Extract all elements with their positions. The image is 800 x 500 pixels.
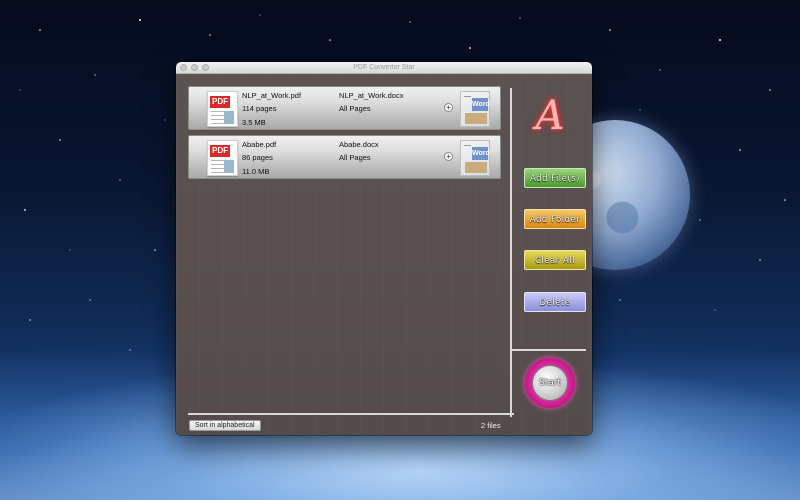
window-title: PDF Converter Star <box>353 64 415 71</box>
page-range[interactable]: All Pages <box>339 153 371 162</box>
vertical-divider <box>510 88 512 417</box>
word-thumbnail-icon: Word <box>460 140 490 176</box>
file-row[interactable]: PDF Ababe.pdf 86 pages 11.0 MB Ababe.doc… <box>188 135 501 179</box>
plus-icon[interactable]: + <box>444 152 453 161</box>
source-file-size: 3.5 MB <box>242 118 266 127</box>
source-page-count: 114 pages <box>242 104 277 113</box>
script-a-logo-icon: A <box>535 93 565 139</box>
start-label: Start <box>532 365 568 401</box>
pdf-label: PDF <box>210 145 230 157</box>
add-files-button[interactable]: Add File(s) <box>524 168 586 188</box>
file-list: PDF NLP_at_Work.pdf 114 pages 3.5 MB NLP… <box>188 86 501 184</box>
sidebar-divider <box>512 349 586 351</box>
file-count-label: 2 files <box>481 421 501 430</box>
file-row[interactable]: PDF NLP_at_Work.pdf 114 pages 3.5 MB NLP… <box>188 86 501 130</box>
app-window: PDF Converter Star PDF NLP_at_Work.pdf 1… <box>176 62 592 435</box>
source-file-name: NLP_at_Work.pdf <box>242 91 302 100</box>
word-thumbnail-icon: Word <box>460 91 490 127</box>
word-label: Word <box>472 98 490 111</box>
plus-icon[interactable]: + <box>444 103 453 112</box>
add-folder-button[interactable]: Add Folder <box>524 209 586 229</box>
target-file-name: NLP_at_Work.docx <box>339 91 404 100</box>
start-button[interactable]: Start <box>525 358 575 408</box>
delete-button[interactable]: Delete <box>524 292 586 312</box>
pdf-thumbnail-icon: PDF <box>207 91 238 127</box>
clear-all-button[interactable]: Clear All <box>524 250 586 270</box>
source-file-size: 11.0 MB <box>242 167 270 176</box>
pdf-label: PDF <box>210 96 230 108</box>
source-page-count: 86 pages <box>242 153 273 162</box>
pdf-thumbnail-icon: PDF <box>207 140 238 176</box>
target-file-name: Ababe.docx <box>339 140 379 149</box>
title-bar: PDF Converter Star <box>176 62 592 74</box>
word-label: Word <box>472 147 490 160</box>
source-file-name: Ababe.pdf <box>242 140 277 149</box>
sort-alphabetical-button[interactable]: Sort in alphabetical <box>189 420 261 431</box>
horizontal-divider <box>188 413 514 415</box>
page-range[interactable]: All Pages <box>339 104 371 113</box>
